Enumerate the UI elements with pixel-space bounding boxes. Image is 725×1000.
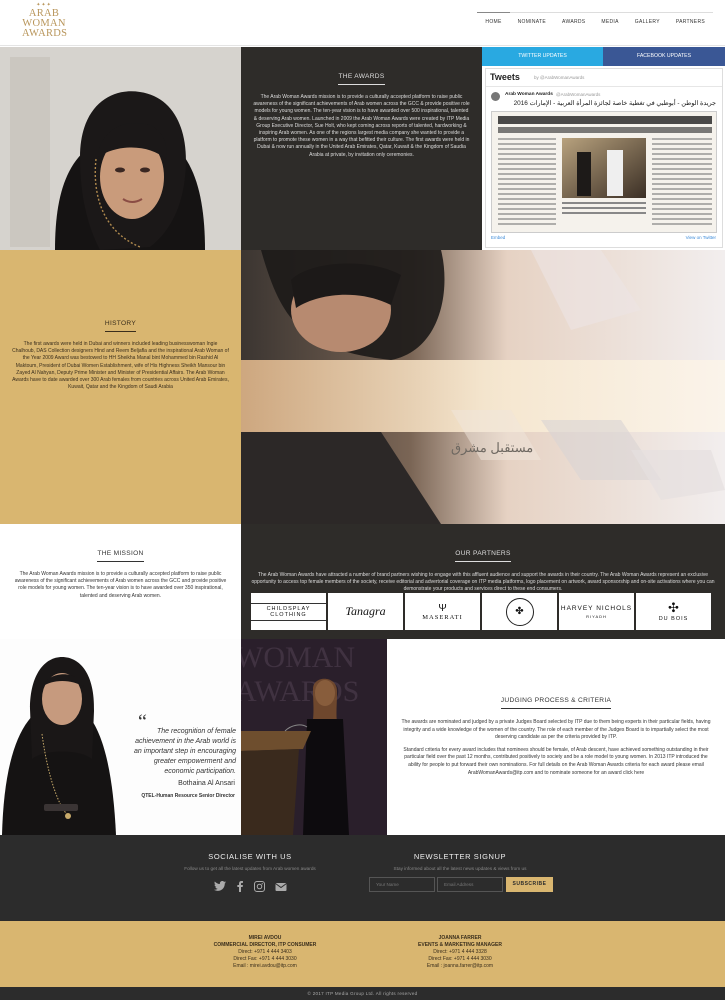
twitter-timeline[interactable]: Tweets by @ArabWomanAwards Arab Woman Aw… [485,68,723,248]
nav-home[interactable]: HOME [477,12,510,31]
partners-section: OUR PARTNERS The Arab Woman Awards have … [241,524,725,639]
mission-title: THE MISSION [97,550,144,562]
harvey-nichols-logo-text: HARVEY NICHOLS [560,604,633,612]
dubois-logo-text: DU BOIS [658,616,689,622]
contact-card-2: JOANNA FARRER EVENTS & MARKETING MANAGER… [375,935,545,970]
judging-text-1: The awards are nominated and judged by a… [401,719,711,741]
partner-logo-maserati[interactable]: Ψ MASERATI [405,593,480,630]
newsletter-subtitle: Stay informed about all the latest news … [393,866,527,871]
contact-1-title: COMMERCIAL DIRECTOR, ITP CONSUMER [213,942,317,948]
nav-partners[interactable]: PARTNERS [668,13,713,31]
history-text: The first awards were held in Dubai and … [12,341,229,391]
site-logo[interactable]: ✦✦✦ ARAB WOMAN AWARDS [22,3,68,39]
quote-text: The recognition of female achievement in… [134,728,236,775]
speaker-at-podium-photo: WOMAN AWARDS [241,639,387,835]
socialise-title: SOCIALISE WITH US [208,852,292,861]
contact-footer: MIREI AVDOU COMMERCIAL DIRECTOR, ITP CON… [0,921,725,987]
awards-title: THE AWARDS [338,73,385,85]
partner-logo-emblem[interactable]: ✤ [482,593,557,630]
tweet-newspaper-image[interactable] [491,111,717,233]
partner-logo-childsplay[interactable]: CHILDSPLAY CLOTHING [251,593,326,630]
twitter-icon[interactable] [213,881,226,891]
judging-section: JUDGING PROCESS & CRITERIA The awards ar… [387,639,725,835]
newsletter-title: NEWSLETTER SIGNUP [413,852,507,861]
tab-facebook-updates[interactable]: FACEBOOK UPDATES [603,47,725,66]
video-arabic-caption: مستقبل مشرق [451,440,534,455]
harvey-nichols-sub: RIYADH [586,613,607,619]
mission-text: The Arab Woman Awards mission is to prov… [14,571,227,599]
tweet-account-name[interactable]: Arab Woman Awards [505,92,553,97]
logo-line-3: AWARDS [22,28,68,39]
socialise-block: SOCIALISE WITH US Follow us to get all t… [155,852,345,892]
newsletter-block: NEWSLETTER SIGNUP Stay informed about al… [365,852,555,871]
partners-title: OUR PARTNERS [455,550,511,562]
main-nav: HOME NOMINATE AWARDS MEDIA GALLERY PARTN… [477,12,713,31]
tanagra-logo-text: Tanagra [345,604,386,618]
contact-2-fax: Direct Fax: +971 4 444 3030 [428,956,492,962]
contact-2-direct: Direct: +971 4 444 3328 [433,949,487,955]
partner-logos: CHILDSPLAY CLOTHING Tanagra Ψ MASERATI ✤… [251,593,711,630]
subscribe-button[interactable]: SUBSCRIBE [506,877,553,892]
embed-link[interactable]: Embed [491,235,505,240]
contact-1-name: MIREI AVDOU [248,935,282,941]
page: ✦✦✦ ARAB WOMAN AWARDS HOME NOMINATE AWAR… [0,0,725,1000]
tweet-text: جريدة الوطن - أبوظبي في تغطية خاصة لجائز… [513,100,716,107]
portrait-photo-headscarf [0,47,241,250]
copyright-bar: © 2017 ITP Media Group Ltd. All rights r… [0,987,725,1000]
partners-text: The Arab Woman Awards have attracted a n… [251,572,715,593]
svg-text:AWARDS: AWARDS [241,675,359,708]
awards-text: The Arab Woman Awards mission is to prov… [253,94,470,158]
contact-1-email[interactable]: Email : mirei.avdou@itp.com [180,963,350,970]
maserati-logo-text: MASERATI [422,613,463,621]
avatar[interactable] [491,92,500,101]
contact-card-1: MIREI AVDOU COMMERCIAL DIRECTOR, ITP CON… [180,935,350,970]
email-icon[interactable] [274,881,287,892]
contact-1-fax: Direct Fax: +971 4 444 3030 [233,956,297,962]
judging-title: JUDGING PROCESS & CRITERIA [500,697,612,709]
social-newsletter-footer: SOCIALISE WITH US Follow us to get all t… [0,835,725,921]
svg-text:WOMAN: WOMAN [241,641,355,674]
awards-section: THE AWARDS The Arab Woman Awards mission… [241,47,482,250]
history-section: HISTORY The first awards were held in Du… [0,250,241,524]
contact-1-direct: Direct: +971 4 444 3403 [238,949,292,955]
social-feed: TWITTER UPDATES FACEBOOK UPDATES Tweets … [482,47,725,250]
childsplay-logo-text: CHILDSPLAY CLOTHING [251,602,326,621]
socialise-subtitle: Follow us to get all the latest updates … [184,866,316,871]
contact-2-title: EVENTS & MARKETING MANAGER [418,942,502,948]
view-on-twitter-link[interactable]: View on Twitter [686,235,716,240]
nav-gallery[interactable]: GALLERY [627,13,668,31]
mission-section: THE MISSION The Arab Woman Awards missio… [0,524,241,639]
dubois-clover-icon: ✣ [668,600,679,615]
judging-text-2: Standard criteria for every award includ… [403,746,709,776]
maserati-trident-icon: Ψ [438,602,447,614]
quote-author: Bothaina Al Ansari [178,780,235,787]
video-hero-image[interactable]: مستقبل مشرق [241,250,725,524]
divider [486,86,722,87]
tab-twitter-updates[interactable]: TWITTER UPDATES [482,47,603,66]
history-title: HISTORY [104,320,137,332]
tweets-by-link[interactable]: by @ArabWomanAwards [534,75,584,80]
name-input[interactable]: Your Name [369,877,435,892]
contact-2-email[interactable]: Email : joanna.farrer@itp.com [375,963,545,970]
nav-media[interactable]: MEDIA [593,13,626,31]
partner-logo-dubois[interactable]: ✣ DU BOIS [636,593,711,630]
tweets-heading: Tweets [490,72,520,82]
contact-2-name: JOANNA FARRER [438,935,482,941]
partner-logo-tanagra[interactable]: Tanagra [328,593,403,630]
partner-logo-harvey-nichols[interactable]: HARVEY NICHOLS RIYADH [559,593,634,630]
nav-nominate[interactable]: NOMINATE [510,13,554,31]
instagram-icon[interactable] [253,881,265,892]
email-input[interactable]: Email Address [437,877,503,892]
quote-role: QTEL-Human Resource Senior Director [141,793,235,799]
testimonial-section: “ The recognition of female achievement … [0,639,241,835]
nav-awards[interactable]: AWARDS [554,13,593,31]
site-header: ✦✦✦ ARAB WOMAN AWARDS HOME NOMINATE AWAR… [0,0,725,46]
tweet-account-handle[interactable]: @ArabWomanAwards [556,92,600,97]
facebook-icon[interactable] [236,881,244,892]
emblem-seal-icon: ✤ [505,597,534,626]
